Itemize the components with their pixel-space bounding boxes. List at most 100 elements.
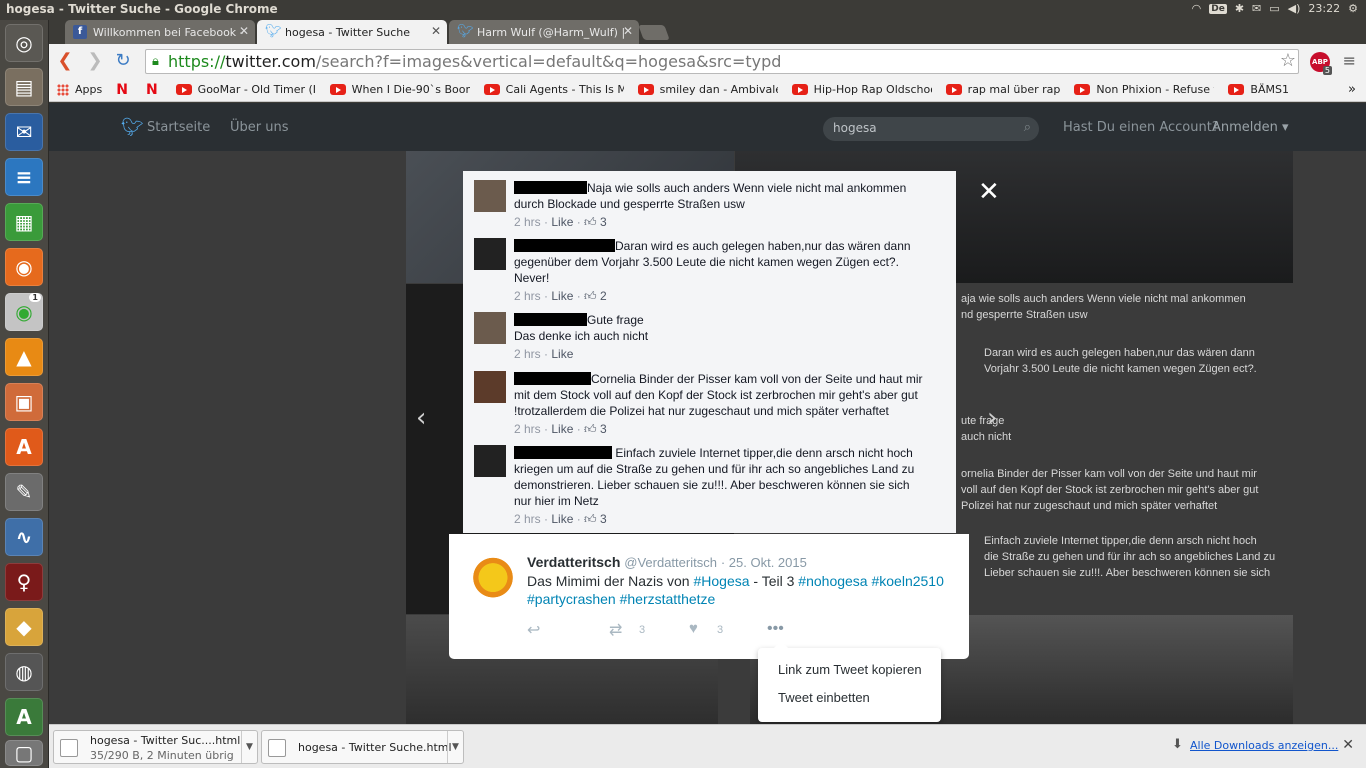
bookmark-baems1[interactable]: BÄMS1	[1228, 83, 1289, 96]
impress-icon[interactable]: ▣	[5, 383, 43, 421]
windows-app-icon[interactable]: ◆	[5, 608, 43, 646]
tweet-more-menu: Link zum Tweet kopieren Tweet einbetten	[758, 641, 941, 722]
twitter-search-input[interactable]: hogesa ⌕	[823, 117, 1039, 141]
software-center-icon[interactable]: A	[5, 428, 43, 466]
retweet-icon[interactable]: ⇄	[609, 620, 622, 640]
tweet-date[interactable]: · 25. Okt. 2015	[721, 555, 807, 570]
tab-label: Willkommen bei Facebook -	[93, 25, 244, 39]
heart-icon[interactable]: ♥	[689, 620, 698, 637]
bookmark-hiphop[interactable]: Hip-Hop Rap Oldschool	[791, 83, 932, 96]
netflix-icon: N	[116, 81, 128, 98]
youtube-icon	[175, 84, 192, 95]
forward-button[interactable]: ❯	[85, 51, 105, 71]
back-button[interactable]: ❮	[55, 51, 75, 71]
login-label: Anmelden	[1212, 120, 1278, 135]
bookmark-non-phixion[interactable]: Non Phixion - Refuse to	[1074, 83, 1214, 96]
twitter-bird-icon[interactable]: 🐦︎	[121, 117, 144, 138]
nav-about[interactable]: Über uns	[230, 120, 289, 135]
next-image-arrow-icon[interactable]: ›	[987, 403, 997, 433]
bookmark-when-i-die[interactable]: When I Die-90`s BoomB	[329, 83, 470, 96]
previous-image-arrow-icon[interactable]: ‹	[416, 403, 426, 433]
background-comment-text: Einfach zuviele Internet tipper,die denn…	[984, 535, 1276, 579]
login-dropdown[interactable]: Anmelden ▾	[1212, 120, 1289, 135]
like-link[interactable]: Like	[551, 215, 573, 229]
bookmark-netflix-1[interactable]: N	[116, 82, 132, 98]
close-icon[interactable]: ✕	[1342, 737, 1354, 753]
tweet-author-name[interactable]: Verdatteritsch	[527, 554, 620, 570]
bluetooth-icon[interactable]: ✱	[1235, 2, 1244, 15]
reload-button[interactable]: ↻	[113, 51, 133, 71]
vlc-icon[interactable]: ▲	[5, 338, 43, 376]
battery-icon[interactable]: ▭	[1269, 2, 1279, 15]
search-icon[interactable]: ⌕	[1024, 120, 1031, 135]
tab-harm-wulf[interactable]: 🐦︎ Harm Wulf (@Harm_Wulf) | ✕	[449, 20, 639, 44]
more-options-icon[interactable]: •••	[767, 620, 784, 638]
like-link[interactable]: Like	[551, 422, 573, 436]
bookmark-rap-mal[interactable]: rap mal über rap	[945, 83, 1060, 96]
firefox-icon[interactable]: ◉	[5, 248, 43, 286]
hashtag-link[interactable]: #Hogesa	[693, 573, 749, 589]
close-icon[interactable]: ✕	[431, 24, 441, 38]
redacted-name	[514, 239, 615, 252]
close-icon[interactable]: ✕	[978, 178, 1000, 206]
chevron-down-icon[interactable]: ▼	[241, 731, 257, 763]
chrome-menu-icon[interactable]: ≡	[1343, 51, 1356, 70]
trash-icon[interactable]: ▢	[5, 740, 43, 766]
bookmark-label: When I Die-90`s BoomB	[351, 83, 470, 96]
volume-icon[interactable]: ◀)	[1288, 2, 1301, 15]
youtube-icon	[329, 84, 346, 95]
like-link[interactable]: Like	[551, 289, 573, 303]
calc-icon[interactable]: ▦	[5, 203, 43, 241]
screenshot-icon[interactable]: ◍	[5, 653, 43, 691]
bookmark-goomar[interactable]: GooMar - Old Timer (Ins	[175, 83, 316, 96]
download-item[interactable]: hogesa - Twitter Suc....html 35/290 B, 2…	[53, 730, 258, 764]
chevron-down-icon[interactable]: ▼	[447, 731, 463, 763]
files-icon[interactable]: ▤	[5, 68, 43, 106]
new-tab-button[interactable]	[638, 25, 670, 40]
writer-icon[interactable]: ≡	[5, 158, 43, 196]
like-link[interactable]: Like	[551, 512, 573, 526]
like-count: 2	[599, 289, 607, 303]
bookmarks-overflow-icon[interactable]: »	[1348, 82, 1356, 97]
software-updater-icon[interactable]: A	[5, 698, 43, 736]
reply-icon[interactable]: ↩	[527, 620, 540, 640]
keyboard-layout-indicator[interactable]: De	[1209, 3, 1227, 14]
chrome-icon[interactable]: ◉ 1	[5, 293, 43, 331]
nav-home[interactable]: Startseite	[147, 120, 210, 135]
hashtag-link[interactable]: #nohogesa	[798, 573, 867, 589]
tab-facebook[interactable]: f Willkommen bei Facebook - ✕	[65, 20, 255, 44]
hashtag-link[interactable]: #partycrashen	[527, 591, 616, 607]
download-filename: hogesa - Twitter Suc....html	[90, 734, 241, 747]
thumbs-up-icon: 👍︎	[584, 512, 597, 526]
bookmark-star-icon[interactable]: ☆	[1280, 50, 1296, 71]
power-gear-icon[interactable]: ⚙	[1348, 2, 1358, 15]
bookmark-apps[interactable]: Apps	[57, 83, 102, 96]
clock[interactable]: 23:22	[1308, 2, 1340, 15]
system-monitor-icon[interactable]: ∿	[5, 518, 43, 556]
system-settings-icon[interactable]: ✎	[5, 473, 43, 511]
bookmark-smiley-dan[interactable]: smiley dan - Ambivalent	[637, 83, 778, 96]
mail-icon[interactable]: ✉	[1252, 2, 1261, 15]
avatar[interactable]	[469, 556, 517, 604]
embed-tweet-item[interactable]: Tweet einbetten	[778, 690, 870, 705]
tweet-author-handle[interactable]: @Verdatteritsch	[624, 555, 717, 570]
like-link[interactable]: Like	[551, 347, 573, 361]
hashtag-link[interactable]: #herzstatthetze	[620, 591, 716, 607]
copy-tweet-link-item[interactable]: Link zum Tweet kopieren	[778, 662, 922, 677]
wine-icon[interactable]: ♀	[5, 563, 43, 601]
show-all-downloads-link[interactable]: Alle Downloads anzeigen...	[1190, 739, 1338, 752]
download-item[interactable]: hogesa - Twitter Suche.html ▼	[261, 730, 464, 764]
address-bar[interactable]: 🔒︎ https://twitter.com/search?f=images&v…	[145, 49, 1299, 74]
dash-home-icon[interactable]: ◎	[5, 24, 43, 62]
bookmark-netflix-2[interactable]: N	[146, 82, 162, 98]
youtube-icon	[945, 84, 962, 95]
tab-twitter-search[interactable]: 🐦︎ hogesa - Twitter Suche ✕	[257, 20, 447, 44]
tweet-card: Verdatteritsch @Verdatteritsch · 25. Okt…	[449, 534, 969, 659]
thunderbird-icon[interactable]: ✉	[5, 113, 43, 151]
hashtag-link[interactable]: #koeln2510	[871, 573, 943, 589]
close-icon[interactable]: ✕	[239, 24, 249, 38]
wifi-icon[interactable]: ◠	[1192, 2, 1202, 15]
download-arrow-icon: ⬇	[1172, 737, 1183, 752]
close-icon[interactable]: ✕	[623, 24, 633, 38]
bookmark-cali-agents[interactable]: Cali Agents - This Is My	[483, 83, 624, 96]
